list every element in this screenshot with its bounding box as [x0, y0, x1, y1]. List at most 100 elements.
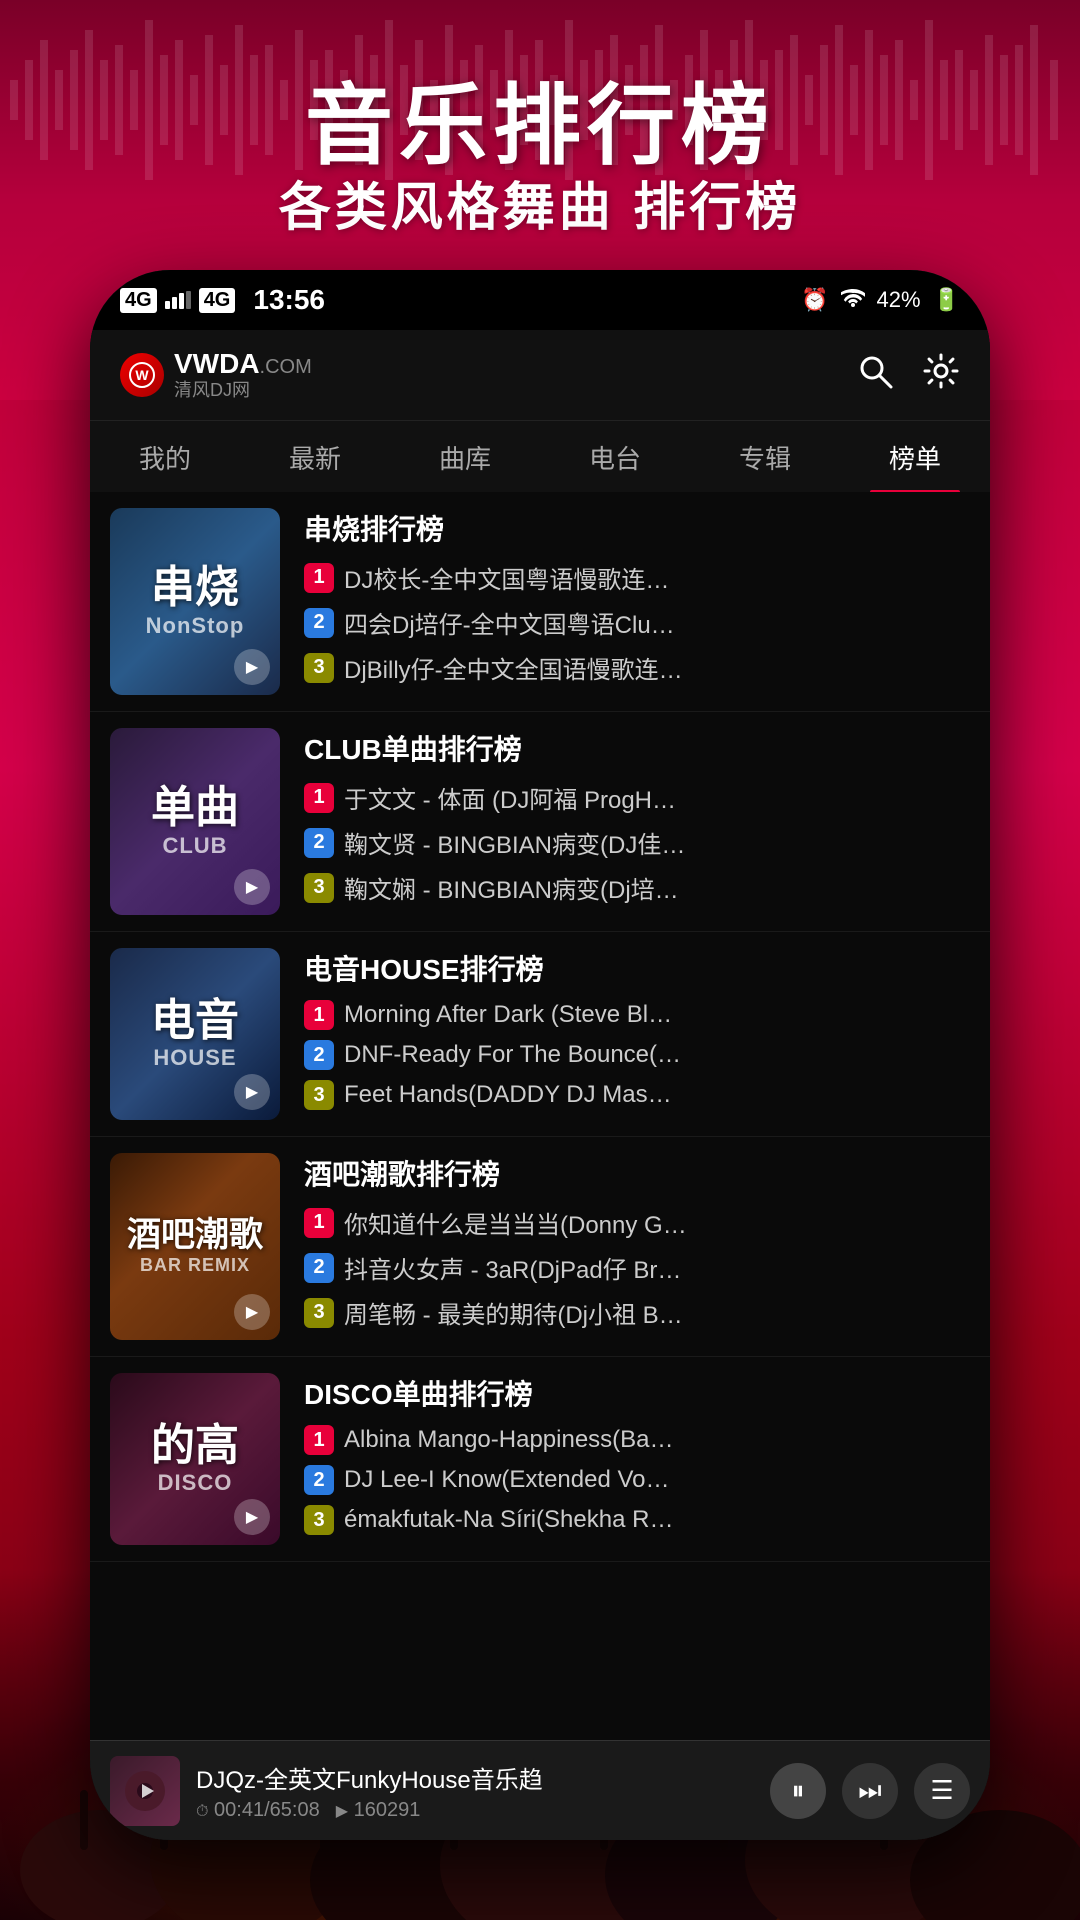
thumb-text-3-sub: HOUSE — [151, 1045, 239, 1071]
now-playing-info: DJQz-全英文FunkyHouse音乐趋 ⏱ 00:41/65:08 ▶ 16… — [196, 1760, 754, 1822]
rank-badge-3-3: 3 — [304, 1080, 334, 1110]
rank-badge-2-1: 1 — [304, 783, 334, 813]
pause-button[interactable]: ⏸ — [770, 1763, 826, 1819]
track-name-3-2: DNF-Ready For The Bounce(… — [344, 1041, 681, 1069]
tab-library[interactable]: 曲库 — [390, 421, 540, 494]
current-time: 00:41 — [214, 1799, 264, 1821]
track-name-5-1: Albina Mango-Happiness(Ba… — [344, 1426, 674, 1454]
rank-badge-4-3: 3 — [304, 1298, 334, 1328]
tab-charts[interactable]: 榜单 — [840, 421, 990, 494]
rank-badge-5-3: 3 — [304, 1505, 334, 1535]
playlist-button[interactable]: ☰ — [914, 1763, 970, 1819]
chart-info-1: 串烧排行榜 1 DJ校长-全中文国粤语慢歌连… 2 四会Dj培仔-全中文国粤语C… — [300, 508, 990, 695]
rank-badge-5-1: 1 — [304, 1425, 334, 1455]
thumb-text-1-main: 串烧 — [146, 564, 245, 612]
hero-subtitle: 各类风格舞曲 排行榜 — [0, 165, 1080, 240]
header-icons — [856, 352, 960, 399]
track-3-3[interactable]: 3 Feet Hands(DADDY DJ Mas… — [304, 1080, 974, 1110]
svg-text:W: W — [135, 367, 149, 383]
track-4-3[interactable]: 3 周笔畅 - 最美的期待(Dj小祖 B… — [304, 1295, 974, 1330]
tab-latest[interactable]: 最新 — [240, 421, 390, 494]
track-1-1[interactable]: 1 DJ校长-全中文国粤语慢歌连… — [304, 560, 974, 595]
track-name-5-3: émakfutak-Na Síri(Shekha R… — [344, 1506, 673, 1534]
rank-badge-4-2: 2 — [304, 1253, 334, 1283]
rank-badge-5-2: 2 — [304, 1465, 334, 1495]
track-3-2[interactable]: 2 DNF-Ready For The Bounce(… — [304, 1040, 974, 1070]
next-button[interactable]: ⏭ — [842, 1763, 898, 1819]
track-5-1[interactable]: 1 Albina Mango-Happiness(Ba… — [304, 1425, 974, 1455]
chart-section-4: 酒吧潮歌 BAR REMIX ▶ 酒吧潮歌排行榜 1 你知道什么是当当当(Don… — [90, 1137, 990, 1357]
track-name-1-1: DJ校长-全中文国粤语慢歌连… — [344, 560, 669, 595]
play-btn-3[interactable]: ▶ — [234, 1074, 270, 1110]
hero-title: 音乐排行榜 — [0, 55, 1080, 182]
track-name-5-2: DJ Lee-I Know(Extended Vo… — [344, 1466, 670, 1494]
play-btn-4[interactable]: ▶ — [234, 1294, 270, 1330]
search-icon[interactable] — [856, 352, 894, 399]
track-name-2-3: 鞠文娴 - BINGBIAN病变(Dj培… — [344, 870, 679, 905]
chart-thumbnail-1[interactable]: 串烧 NonStop ▶ — [110, 508, 280, 695]
rank-badge-1-1: 1 — [304, 563, 334, 593]
play-btn-5[interactable]: ▶ — [234, 1499, 270, 1535]
chart-info-5: DISCO单曲排行榜 1 Albina Mango-Happiness(Ba… … — [300, 1373, 990, 1545]
track-2-3[interactable]: 3 鞠文娴 - BINGBIAN病变(Dj培… — [304, 870, 974, 905]
status-time: 13:56 — [253, 284, 325, 316]
scroll-content[interactable]: 串烧 NonStop ▶ 串烧排行榜 1 DJ校长-全中文国粤语慢歌连… 2 四… — [90, 492, 990, 1740]
play-btn-2[interactable]: ▶ — [234, 869, 270, 905]
track-5-3[interactable]: 3 émakfutak-Na Síri(Shekha R… — [304, 1505, 974, 1535]
chart-thumbnail-4[interactable]: 酒吧潮歌 BAR REMIX ▶ — [110, 1153, 280, 1340]
now-playing-thumbnail — [110, 1756, 180, 1826]
now-playing-bar: DJQz-全英文FunkyHouse音乐趋 ⏱ 00:41/65:08 ▶ 16… — [90, 1740, 990, 1840]
play-btn-1[interactable]: ▶ — [234, 649, 270, 685]
track-name-4-3: 周笔畅 - 最美的期待(Dj小祖 B… — [344, 1295, 683, 1330]
thumb-text-5-sub: DISCO — [151, 1470, 239, 1496]
wifi-icon — [841, 287, 865, 313]
phone-content: W VWDA.COM 清风DJ网 — [90, 330, 990, 1840]
track-2-2[interactable]: 2 鞠文贤 - BINGBIAN病变(DJ佳… — [304, 825, 974, 860]
rank-badge-3-1: 1 — [304, 1000, 334, 1030]
track-name-2-1: 于文文 - 体面 (DJ阿福 ProgH… — [344, 780, 676, 815]
total-time: 65:08 — [270, 1799, 320, 1821]
now-playing-plays: ▶ 160291 — [336, 1799, 421, 1822]
chart-section-3: 电音 HOUSE ▶ 电音HOUSE排行榜 1 Morning After Da… — [90, 932, 990, 1137]
rank-badge-2-3: 3 — [304, 873, 334, 903]
chart-section-1: 串烧 NonStop ▶ 串烧排行榜 1 DJ校长-全中文国粤语慢歌连… 2 四… — [90, 492, 990, 712]
tab-mine[interactable]: 我的 — [90, 421, 240, 494]
thumb-text-1-sub: NonStop — [146, 613, 245, 639]
chart-thumbnail-3[interactable]: 电音 HOUSE ▶ — [110, 948, 280, 1120]
track-name-1-2: 四会Dj培仔-全中文国粤语Clu… — [344, 605, 675, 640]
alarm-icon: ⏰ — [801, 287, 828, 313]
app-name-area: VWDA.COM 清风DJ网 — [174, 348, 312, 402]
battery-percent: 42% — [877, 287, 921, 313]
now-playing-meta: ⏱ 00:41/65:08 ▶ 160291 — [196, 1799, 754, 1822]
chart-title-4: 酒吧潮歌排行榜 — [304, 1153, 974, 1193]
track-5-2[interactable]: 2 DJ Lee-I Know(Extended Vo… — [304, 1465, 974, 1495]
track-name-4-2: 抖音火女声 - 3aR(DjPad仔 Br… — [344, 1250, 681, 1285]
status-left: 4G 4G 13:56 — [120, 284, 325, 316]
tab-album[interactable]: 专辑 — [690, 421, 840, 494]
track-name-4-1: 你知道什么是当当当(Donny G… — [344, 1205, 687, 1240]
tab-radio[interactable]: 电台 — [540, 421, 690, 494]
track-4-1[interactable]: 1 你知道什么是当当当(Donny G… — [304, 1205, 974, 1240]
chart-section-2: 单曲 CLUB ▶ CLUB单曲排行榜 1 于文文 - 体面 (DJ阿福 Pro… — [90, 712, 990, 932]
chart-section-5: 的高 DISCO ▶ DISCO单曲排行榜 1 Albina Mango-Hap… — [90, 1357, 990, 1562]
track-1-3[interactable]: 3 DjBilly仔-全中文全国语慢歌连… — [304, 650, 974, 685]
logo-area: W VWDA.COM 清风DJ网 — [120, 348, 312, 402]
track-2-1[interactable]: 1 于文文 - 体面 (DJ阿福 ProgH… — [304, 780, 974, 815]
thumb-text-3-main: 电音 — [151, 997, 239, 1045]
chart-thumbnail-2[interactable]: 单曲 CLUB ▶ — [110, 728, 280, 915]
app-name: VWDA — [174, 348, 260, 379]
rank-badge-4-1: 1 — [304, 1208, 334, 1238]
chart-info-2: CLUB单曲排行榜 1 于文文 - 体面 (DJ阿福 ProgH… 2 鞠文贤 … — [300, 728, 990, 915]
status-right: ⏰ 42% 🔋 — [801, 287, 960, 313]
track-4-2[interactable]: 2 抖音火女声 - 3aR(DjPad仔 Br… — [304, 1250, 974, 1285]
track-1-2[interactable]: 2 四会Dj培仔-全中文国粤语Clu… — [304, 605, 974, 640]
app-domain: .COM — [260, 356, 312, 378]
track-3-1[interactable]: 1 Morning After Dark (Steve Bl… — [304, 1000, 974, 1030]
chart-thumbnail-5[interactable]: 的高 DISCO ▶ — [110, 1373, 280, 1545]
signal-4g-2: 4G — [199, 288, 236, 313]
now-playing-controls: ⏸ ⏭ ☰ — [770, 1763, 970, 1819]
chart-info-3: 电音HOUSE排行榜 1 Morning After Dark (Steve B… — [300, 948, 990, 1120]
signal-4g-1: 4G — [120, 288, 157, 313]
settings-icon[interactable] — [922, 352, 960, 399]
phone-frame: 4G 4G 13:56 ⏰ 42% 🔋 — [90, 270, 990, 1840]
